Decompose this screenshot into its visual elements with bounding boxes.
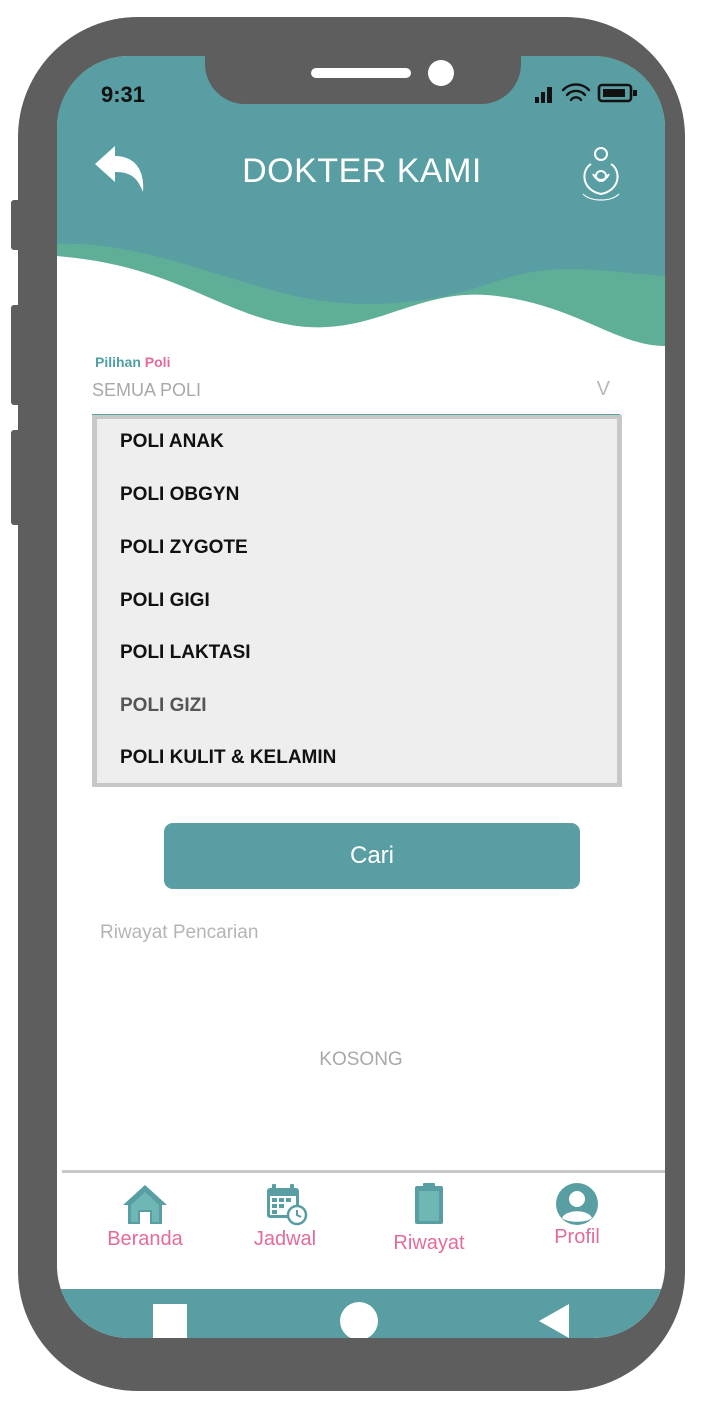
nav-label-profil: Profil bbox=[554, 1226, 600, 1248]
nav-item-riwayat[interactable]: Riwayat bbox=[369, 1182, 489, 1255]
chevron-down-icon: V bbox=[596, 378, 610, 400]
camera-notch bbox=[205, 56, 521, 104]
option-poli-anak[interactable]: POLI ANAK bbox=[120, 431, 224, 453]
page-title: DOKTER KAMI bbox=[242, 152, 482, 190]
phone-screen: 9:31 DOKTER KAMI Pilihan Poli SEMUA POLI… bbox=[57, 56, 665, 1338]
speaker-grille bbox=[311, 68, 411, 78]
front-camera bbox=[428, 60, 454, 86]
calendar-clock-icon bbox=[267, 1184, 308, 1226]
search-history-title: Riwayat Pencarian bbox=[100, 922, 259, 943]
search-history-empty: KOSONG bbox=[319, 1049, 403, 1070]
volume-down-button bbox=[11, 430, 25, 525]
recent-apps-button[interactable] bbox=[153, 1304, 187, 1338]
nav-label-riwayat: Riwayat bbox=[393, 1232, 465, 1254]
nav-item-beranda[interactable]: Beranda bbox=[85, 1182, 205, 1251]
wifi-icon bbox=[561, 83, 591, 102]
back-button[interactable] bbox=[91, 144, 147, 194]
battery-icon bbox=[597, 83, 637, 103]
status-time: 9:31 bbox=[101, 82, 146, 107]
option-poli-gigi[interactable]: POLI GIGI bbox=[120, 590, 210, 612]
signal-icon bbox=[535, 87, 552, 103]
bottom-nav-divider bbox=[62, 1170, 665, 1173]
poli-dropdown: POLI ANAK POLI OBGYN POLI ZYGOTE POLI GI… bbox=[92, 415, 622, 787]
user-icon bbox=[556, 1183, 598, 1225]
volume-up-button bbox=[11, 305, 25, 405]
system-back-button[interactable] bbox=[539, 1304, 569, 1338]
home-icon bbox=[123, 1185, 167, 1224]
nav-label-jadwal: Jadwal bbox=[253, 1228, 317, 1250]
poli-selected-value: SEMUA POLI bbox=[92, 380, 202, 400]
nav-item-jadwal[interactable]: Jadwal bbox=[225, 1182, 345, 1251]
status-icons bbox=[535, 83, 637, 103]
nav-label-beranda: Beranda bbox=[107, 1228, 183, 1250]
search-button[interactable]: Cari bbox=[164, 823, 580, 889]
home-button[interactable] bbox=[340, 1302, 378, 1338]
poli-select-label: Pilihan Poli bbox=[95, 354, 170, 370]
option-poli-kulit-kelamin[interactable]: POLI KULIT & KELAMIN bbox=[120, 747, 336, 769]
label-part-pilihan: Pilihan bbox=[95, 354, 141, 370]
poli-options-list: POLI ANAK POLI OBGYN POLI ZYGOTE POLI GI… bbox=[97, 419, 617, 783]
mute-switch bbox=[11, 200, 25, 250]
option-poli-gizi[interactable]: POLI GIZI bbox=[120, 695, 207, 717]
option-poli-laktasi[interactable]: POLI LAKTASI bbox=[120, 642, 251, 664]
nav-item-profil[interactable]: Profil bbox=[517, 1182, 637, 1249]
clinic-logo-icon bbox=[582, 147, 620, 201]
option-poli-zygote[interactable]: POLI ZYGOTE bbox=[120, 537, 248, 559]
clipboard-icon bbox=[415, 1183, 443, 1224]
option-poli-obgyn[interactable]: POLI OBGYN bbox=[120, 484, 239, 506]
label-part-poli: Poli bbox=[144, 354, 171, 370]
poli-select[interactable]: SEMUA POLI V bbox=[92, 372, 620, 416]
